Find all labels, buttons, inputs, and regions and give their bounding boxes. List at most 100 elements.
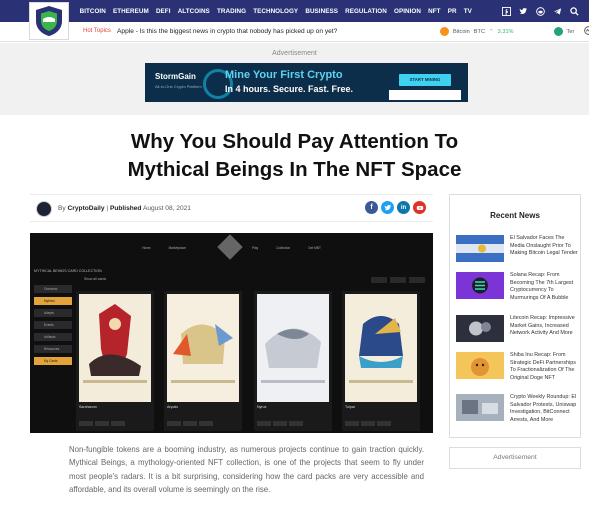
article-title-line2: Mythical Beings In The NFT Space bbox=[127, 158, 462, 181]
article-title: Why You Should Pay Attention To Mythical… bbox=[40, 128, 549, 184]
nav-social-icons bbox=[501, 0, 579, 22]
card-art bbox=[167, 294, 239, 402]
card-art bbox=[257, 294, 329, 402]
ticker-name[interactable]: Bitcoin bbox=[453, 29, 470, 35]
recent-news-title: Recent News bbox=[490, 211, 540, 220]
card-name: Tulpar bbox=[345, 405, 356, 409]
recent-news-item[interactable]: El Salvador Faces The Media Onslaught Pr… bbox=[456, 235, 578, 271]
linkedin-share-icon[interactable]: in bbox=[397, 201, 410, 214]
search-icon[interactable] bbox=[569, 6, 579, 16]
ticker-name-2[interactable]: Ter bbox=[567, 29, 575, 35]
article-body-paragraph: Non-fungible tokens are a booming indust… bbox=[69, 445, 424, 495]
facebook-share-icon[interactable]: f bbox=[365, 201, 378, 214]
ad-line: In 4 hours. Secure. Fast. Free. bbox=[225, 84, 354, 94]
hero-side-item: Artifacts bbox=[34, 333, 72, 341]
top-nav: BITCOIN ETHEREUM DEFI ALTCOINS TRADING T… bbox=[0, 0, 589, 22]
card-art bbox=[345, 294, 417, 402]
hero-card: Tulpar bbox=[342, 291, 420, 431]
nav-link-regulation[interactable]: REGULATION bbox=[342, 8, 391, 15]
hero-controls bbox=[371, 277, 425, 283]
hero-side-item: Adepts bbox=[34, 309, 72, 317]
hot-topics-bar: Hot Topics Apple - Is this the biggest n… bbox=[0, 22, 589, 42]
published-label: Published bbox=[109, 205, 142, 212]
news-title[interactable]: Solana Recap: From Becoming The 7th Larg… bbox=[510, 272, 580, 302]
nav-link-trading[interactable]: TRADING bbox=[213, 8, 249, 15]
price-ticker: Bitcoin BTC ⌃ 3.31% Ter bbox=[440, 26, 589, 37]
share-buttons: f in bbox=[365, 201, 426, 214]
youtube-share-icon[interactable] bbox=[413, 201, 426, 214]
by-prefix: By bbox=[58, 205, 66, 212]
hero-side-item: Resources bbox=[34, 345, 72, 353]
telegram-icon[interactable] bbox=[552, 6, 562, 16]
hero-side-item: Overview bbox=[34, 285, 72, 293]
recent-news-item[interactable]: Solana Recap: From Becoming The 7th Larg… bbox=[456, 272, 578, 308]
tether-coin-icon bbox=[553, 27, 563, 36]
nav-link-pr[interactable]: PR bbox=[444, 8, 460, 15]
ad-title: Mine Your First Crypto bbox=[225, 69, 343, 81]
hero-nav-item: Collection bbox=[276, 246, 291, 250]
facebook-icon[interactable] bbox=[501, 6, 511, 16]
ticker-change: 3.31% bbox=[497, 28, 514, 35]
news-thumbnail[interactable] bbox=[456, 352, 504, 379]
recent-news-item[interactable]: Crypto Weekly Roundup: El Salvador Prote… bbox=[456, 394, 578, 430]
bitcoin-coin-icon bbox=[440, 27, 449, 36]
twitter-share-icon[interactable] bbox=[381, 201, 394, 214]
article-title-line1: Why You Should Pay Attention To bbox=[130, 130, 459, 153]
byline: By CryptoDaily | Published August 08, 20… bbox=[30, 194, 433, 222]
hero-nav-item: Get MBT bbox=[308, 246, 321, 250]
news-thumbnail[interactable] bbox=[456, 235, 504, 262]
nav-link-bitcoin[interactable]: BITCOIN bbox=[76, 8, 109, 15]
hero-nav-item: Play bbox=[251, 246, 259, 250]
nav-link-nft[interactable]: NFT bbox=[425, 8, 445, 15]
hero-side-item: My Cards bbox=[34, 357, 72, 365]
hero-side-item: Events bbox=[34, 321, 72, 329]
news-title[interactable]: Shiba Inu Recap: From Strategic DeFi Par… bbox=[510, 352, 580, 382]
sidebar-ad-box: Advertisement bbox=[449, 447, 581, 469]
news-thumbnail[interactable] bbox=[456, 394, 504, 421]
news-title[interactable]: El Salvador Faces The Media Onslaught Pr… bbox=[510, 235, 580, 258]
recent-news-item[interactable]: Litecoin Recap: Impressive Market Gains,… bbox=[456, 315, 578, 351]
hero-sidebar: Overview Mythics Adepts Events Artifacts… bbox=[34, 285, 72, 369]
card-name: Anpalu bbox=[167, 405, 179, 409]
recent-news-widget: Recent News El Salvador Faces The Media … bbox=[449, 194, 581, 438]
nav-link-defi[interactable]: DEFI bbox=[152, 8, 174, 15]
nav-link-tv[interactable]: TV bbox=[460, 8, 475, 15]
nav-links: BITCOIN ETHEREUM DEFI ALTCOINS TRADING T… bbox=[76, 0, 476, 22]
recent-news-item[interactable]: Shiba Inu Recap: From Strategic DeFi Par… bbox=[456, 352, 578, 388]
hero-nav-item: Home bbox=[142, 246, 151, 250]
card-name: Saraharum bbox=[79, 405, 97, 409]
news-title[interactable]: Crypto Weekly Roundup: El Salvador Prote… bbox=[510, 394, 580, 424]
ad-partner-strip bbox=[389, 90, 461, 100]
ticker-more-icon[interactable] bbox=[584, 26, 589, 37]
news-title[interactable]: Litecoin Recap: Impressive Market Gains,… bbox=[510, 315, 580, 338]
hero-card: Nyrux bbox=[254, 291, 332, 431]
trend-up-icon: ⌃ bbox=[488, 28, 494, 35]
nav-link-ethereum[interactable]: ETHEREUM bbox=[109, 8, 152, 15]
nav-link-technology[interactable]: TECHNOLOGY bbox=[250, 8, 302, 15]
ad-cta-button[interactable]: START MINING bbox=[399, 74, 451, 86]
ad-banner[interactable]: StormGain All-in-One Crypto Platform Min… bbox=[145, 63, 468, 102]
ad-label: Advertisement bbox=[272, 50, 317, 57]
hero-subtitle: MYTHICAL BEINGS CARD COLLECTION bbox=[34, 269, 102, 273]
publish-date: August 08, 2021 bbox=[142, 205, 191, 212]
ticker-symbol: BTC bbox=[473, 28, 485, 35]
news-thumbnail[interactable] bbox=[456, 272, 504, 299]
card-art bbox=[79, 294, 151, 402]
nav-link-business[interactable]: BUSINESS bbox=[302, 8, 342, 15]
nav-link-altcoins[interactable]: ALTCOINS bbox=[174, 8, 213, 15]
card-name: Nyrux bbox=[257, 405, 267, 409]
hero-side-item: Mythics bbox=[34, 297, 72, 305]
hot-topics-headline[interactable]: Apple - Is this the biggest news in cryp… bbox=[117, 28, 337, 35]
news-thumbnail[interactable] bbox=[456, 315, 504, 342]
twitter-icon[interactable] bbox=[518, 6, 528, 16]
article-hero-image: Home Marketplace Play Collection Get MBT… bbox=[30, 233, 433, 433]
site-logo[interactable] bbox=[29, 2, 69, 40]
hot-topics-label: Hot Topics bbox=[83, 28, 111, 34]
shield-icon bbox=[36, 6, 62, 36]
reddit-icon[interactable] bbox=[535, 6, 545, 16]
author-link[interactable]: CryptoDaily bbox=[68, 205, 105, 212]
ad-zone-top: Advertisement StormGain All-in-One Crypt… bbox=[0, 43, 589, 115]
nav-link-opinion[interactable]: OPINION bbox=[390, 8, 424, 15]
avatar[interactable] bbox=[36, 201, 52, 217]
ad-brand-sub: All-in-One Crypto Platform bbox=[155, 84, 202, 89]
